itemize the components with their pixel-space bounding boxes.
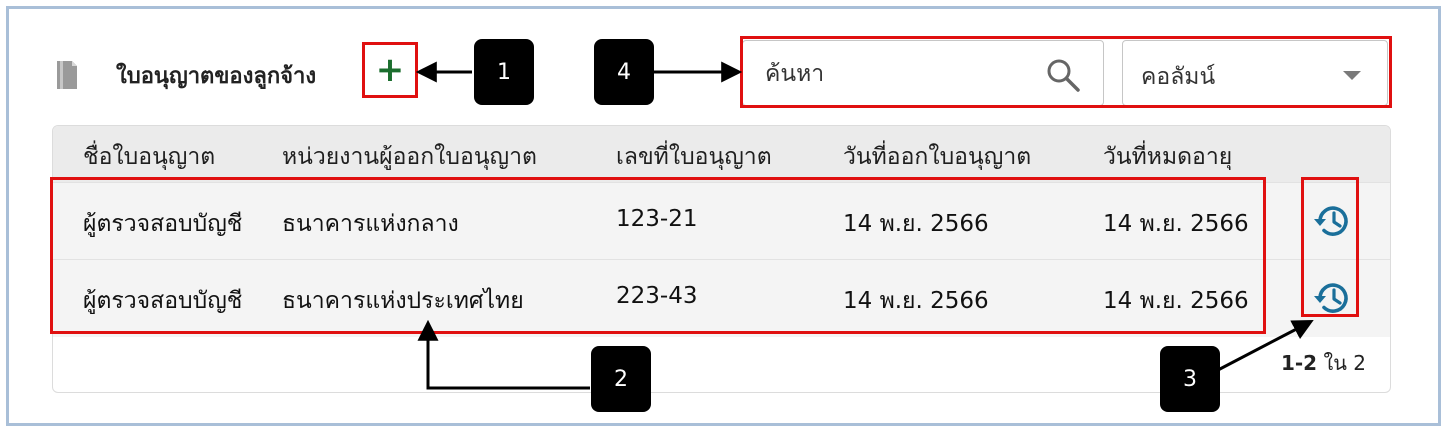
table-row[interactable]: ผู้ตรวจสอบบัญชี ธนาคารแห่งประเทศไทย 223-…: [53, 259, 1390, 337]
callout-badge-3: 3: [1160, 346, 1220, 412]
pagination-range: 1-2: [1280, 351, 1318, 375]
cell-license-number: 123-21: [616, 206, 698, 232]
table-row[interactable]: ผู้ตรวจสอบบัญชี ธนาคารแห่งกลาง 123-21 14…: [53, 182, 1390, 260]
search-field[interactable]: [742, 40, 1104, 106]
document-icon: [57, 61, 77, 89]
cell-license-name: ผู้ตรวจสอบบัญชี: [83, 211, 243, 237]
pagination-total: ใน 2: [1323, 351, 1366, 375]
cell-license-name: ผู้ตรวจสอบบัญชี: [83, 288, 243, 314]
column-header-issuer[interactable]: หน่วยงานผู้ออกใบอนุญาต: [282, 139, 537, 175]
callout-badge-1: 1: [474, 39, 534, 105]
cell-issuer: ธนาคารแห่งกลาง: [282, 211, 459, 237]
column-header-license-number[interactable]: เลขที่ใบอนุญาต: [616, 139, 772, 175]
history-icon[interactable]: [1310, 199, 1354, 243]
search-input[interactable]: [765, 59, 1035, 89]
callout-badge-4: 4: [594, 39, 654, 105]
callout-badge-2: 2: [591, 346, 651, 412]
column-header-expiry-date[interactable]: วันที่หมดอายุ: [1103, 139, 1232, 175]
cell-issuer: ธนาคารแห่งประเทศไทย: [282, 288, 524, 314]
cell-issue-date: 14 พ.ย. 2566: [843, 288, 989, 314]
column-header-issue-date[interactable]: วันที่ออกใบอนุญาต: [843, 139, 1031, 175]
plus-icon: +: [375, 50, 405, 90]
page-title: ใบอนุญาตของลูกจ้าง: [116, 64, 317, 89]
table-header: ชื่อใบอนุญาต หน่วยงานผู้ออกใบอนุญาต เลขท…: [53, 126, 1390, 182]
search-icon[interactable]: [1045, 57, 1081, 93]
pagination-info: 1-2 ใน 2: [1281, 347, 1366, 379]
column-header-license-name[interactable]: ชื่อใบอนุญาต: [83, 139, 215, 175]
cell-issue-date: 14 พ.ย. 2566: [843, 211, 989, 237]
history-icon[interactable]: [1310, 276, 1354, 320]
column-select[interactable]: คอลัมน์: [1122, 40, 1388, 106]
chevron-down-icon: [1343, 71, 1361, 80]
add-license-button[interactable]: +: [362, 42, 418, 98]
cell-expiry-date: 14 พ.ย. 2566: [1103, 211, 1249, 237]
column-select-value: คอลัมน์: [1141, 64, 1216, 90]
cell-expiry-date: 14 พ.ย. 2566: [1103, 288, 1249, 314]
cell-license-number: 223-43: [616, 283, 698, 309]
